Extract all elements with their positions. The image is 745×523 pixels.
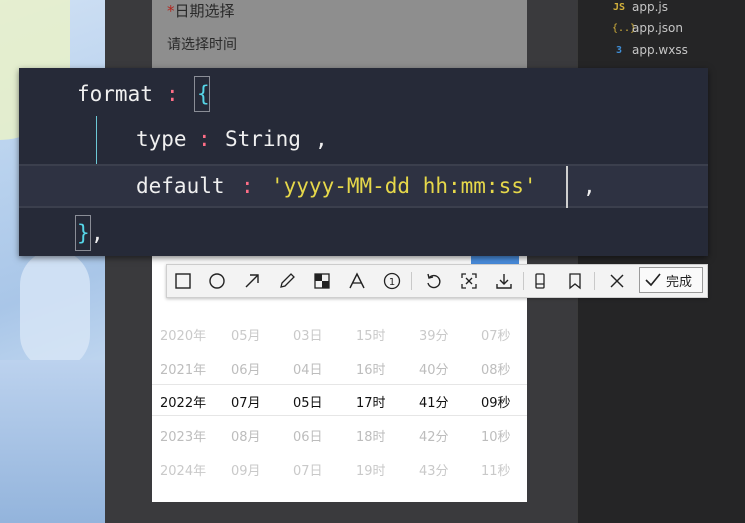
picker-cell: 2021年 <box>160 363 207 378</box>
picker-cell: 15时 <box>356 329 386 344</box>
picker-cell: 18时 <box>356 430 386 445</box>
picker-cell: 05日 <box>293 396 323 411</box>
css-icon: 3 <box>615 44 623 56</box>
picker-cell: 04日 <box>293 363 323 378</box>
picker-cell: 42分 <box>419 430 449 445</box>
bracket-match-box <box>194 76 210 112</box>
picker-cell: 17时 <box>356 396 386 411</box>
picker-cell: 05月 <box>231 329 261 344</box>
picker-cell: 07月 <box>231 396 261 411</box>
ellipse-icon[interactable] <box>205 269 229 293</box>
picker-row[interactable]: 2020年 05月 03日 15时 39分 07秒 <box>152 318 527 348</box>
picker-cell: 2023年 <box>160 430 207 445</box>
code-token: String <box>225 127 301 151</box>
number-icon[interactable]: 1 <box>380 269 404 293</box>
code-token: type <box>136 127 187 151</box>
picker-cell: 39分 <box>419 329 449 344</box>
picker-cell: 16时 <box>356 363 386 378</box>
date-picker-label: *日期选择 <box>167 0 235 21</box>
code-token: , <box>315 127 328 151</box>
pen-icon[interactable] <box>275 269 299 293</box>
picker-cell: 03日 <box>293 329 323 344</box>
mosaic-icon[interactable] <box>310 269 334 293</box>
picker-cell: 10秒 <box>481 430 511 445</box>
picker-row[interactable]: 2024年 09月 07日 19时 43分 11秒 <box>152 453 527 483</box>
illustration-shape <box>20 250 90 370</box>
picker-row-selected[interactable]: 2022年 07月 05日 17时 41分 09秒 <box>152 384 527 416</box>
code-token: , <box>583 174 596 198</box>
picker-cell: 09秒 <box>481 396 511 411</box>
picker-cell: 19时 <box>356 464 386 479</box>
picker-cell: 08秒 <box>481 363 511 378</box>
phone-icon[interactable] <box>528 269 552 293</box>
bracket-match-box <box>75 215 91 251</box>
picker-cell: 40分 <box>419 363 449 378</box>
done-label: 完成 <box>666 274 693 290</box>
toolbar-divider <box>411 272 412 290</box>
code-token: : <box>166 82 179 106</box>
download-icon[interactable] <box>492 269 516 293</box>
file-name: app.json <box>632 21 683 35</box>
code-token: format <box>77 82 153 106</box>
code-snippet: format : { type : String , default : 'yy… <box>19 68 708 256</box>
required-mark: * <box>167 2 175 20</box>
arrow-icon[interactable] <box>240 269 264 293</box>
picker-cell: 07日 <box>293 464 323 479</box>
date-picker-placeholder[interactable]: 请选择时间 <box>167 34 237 54</box>
text-cursor <box>566 166 568 208</box>
code-token: , <box>91 221 104 245</box>
toolbar-divider <box>523 272 524 290</box>
text-icon[interactable] <box>345 269 369 293</box>
picker-cell: 41分 <box>419 396 449 411</box>
file-item-app-wxss[interactable]: 3 app.wxss <box>612 41 688 59</box>
picker-cell: 2024年 <box>160 464 207 479</box>
file-name: app.wxss <box>632 43 688 57</box>
bookmark-icon[interactable] <box>563 269 587 293</box>
js-icon: JS <box>612 1 626 13</box>
code-token: default <box>136 174 225 198</box>
code-token: : <box>198 127 211 151</box>
picker-cell: 11秒 <box>481 464 511 479</box>
picker-cell: 06日 <box>293 430 323 445</box>
picker-cell: 09月 <box>231 464 261 479</box>
code-line: type : String , <box>19 117 708 161</box>
svg-text:1: 1 <box>389 277 395 288</box>
screenshot-toolbar: 1 完成 <box>166 264 708 298</box>
code-line: format : { <box>19 72 708 116</box>
file-item-app-json[interactable]: {..} app.json <box>612 19 683 37</box>
picker-cell: 07秒 <box>481 329 511 344</box>
code-token: 'yyyy-MM-dd hh:mm:ss' <box>271 174 537 198</box>
picker-cell: 43分 <box>419 464 449 479</box>
file-item-app-js[interactable]: JS app.js <box>612 0 668 16</box>
file-name: app.js <box>632 0 668 14</box>
ocr-icon[interactable] <box>457 269 481 293</box>
date-picker-label-text: 日期选择 <box>174 2 235 20</box>
picker-cell: 08月 <box>231 430 261 445</box>
code-line: } , <box>19 211 708 255</box>
code-token: : <box>241 174 254 198</box>
done-button[interactable]: 完成 <box>639 267 703 293</box>
illustration-shape <box>0 360 105 523</box>
undo-icon[interactable] <box>422 269 446 293</box>
toolbar-divider <box>594 272 595 290</box>
picker-cell: 2020年 <box>160 329 207 344</box>
picker-cell: 06月 <box>231 363 261 378</box>
close-icon[interactable] <box>605 269 629 293</box>
date-picker-form[interactable]: *日期选择 请选择时间 <box>152 0 527 68</box>
picker-row[interactable]: 2021年 06月 04日 16时 40分 08秒 <box>152 352 527 382</box>
picker-row[interactable]: 2023年 08月 06日 18时 42分 10秒 <box>152 419 527 449</box>
picker-cell: 2022年 <box>160 396 207 411</box>
code-line-current: default : 'yyyy-MM-dd hh:mm:ss' , <box>19 164 708 208</box>
json-icon: {..} <box>612 22 637 34</box>
rectangle-icon[interactable] <box>171 269 195 293</box>
check-icon <box>645 273 661 287</box>
